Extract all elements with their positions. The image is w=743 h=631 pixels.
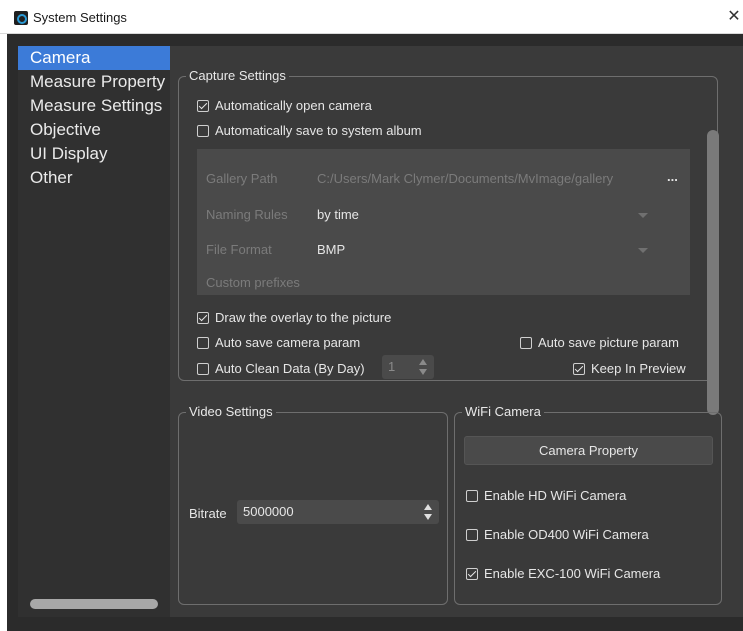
auto-clean-days-value: 1 — [388, 359, 396, 374]
chevron-down-icon — [638, 213, 648, 218]
bitrate-spinbox[interactable]: 5000000 — [237, 500, 439, 524]
checkbox-unchecked-icon — [466, 529, 478, 541]
sidebar-item-other[interactable]: Other — [18, 166, 170, 190]
auto-save-album-checkbox[interactable]: Automatically save to system album — [197, 123, 422, 139]
settings-sidebar: Camera Measure Property Measure Settings… — [18, 46, 170, 617]
sidebar-item-measure-settings[interactable]: Measure Settings — [18, 94, 170, 118]
sidebar-item-ui-display[interactable]: UI Display — [18, 142, 170, 166]
auto-clean-label: Auto Clean Data (By Day) — [215, 361, 365, 376]
capture-settings-group: Capture Settings Automatically open came… — [178, 68, 718, 381]
enable-od400-wifi-checkbox[interactable]: Enable OD400 WiFi Camera — [466, 527, 649, 543]
sidebar-item-camera[interactable]: Camera — [18, 46, 170, 70]
close-button[interactable]: ✕ — [725, 6, 743, 28]
enable-exc100-wifi-checkbox[interactable]: Enable EXC-100 WiFi Camera — [466, 566, 660, 582]
camera-property-button[interactable]: Camera Property — [464, 436, 713, 465]
wifi-camera-title: WiFi Camera — [462, 404, 544, 420]
naming-rules-label: Naming Rules — [206, 207, 288, 222]
auto-open-camera-checkbox[interactable]: Automatically open camera — [197, 98, 372, 114]
spin-arrows-icon[interactable] — [419, 359, 428, 375]
checkbox-unchecked-icon — [197, 363, 209, 375]
save-options-panel: Gallery Path C:/Users/Mark Clymer/Docume… — [197, 149, 690, 295]
checkbox-unchecked-icon — [520, 337, 532, 349]
camera-settings-pane: Capture Settings Automatically open came… — [170, 46, 743, 617]
chevron-down-icon — [638, 248, 648, 253]
checkbox-checked-icon — [197, 312, 209, 324]
enable-hd-wifi-label: Enable HD WiFi Camera — [484, 488, 627, 503]
window-title: System Settings — [33, 10, 127, 25]
naming-rules-select[interactable]: by time — [317, 207, 359, 222]
title-bar: System Settings ✕ — [0, 0, 743, 34]
sidebar-horizontal-scrollbar[interactable] — [30, 599, 158, 609]
auto-save-picture-param-label: Auto save picture param — [538, 335, 679, 350]
bitrate-label: Bitrate — [189, 506, 227, 521]
spin-arrows-icon[interactable] — [424, 504, 433, 520]
checkbox-unchecked-icon — [197, 125, 209, 137]
gallery-path-field[interactable]: C:/Users/Mark Clymer/Documents/MvImage/g… — [317, 171, 613, 186]
enable-exc100-wifi-label: Enable EXC-100 WiFi Camera — [484, 566, 661, 581]
auto-clean-checkbox[interactable]: Auto Clean Data (By Day) — [197, 361, 365, 377]
wifi-camera-group: WiFi Camera Camera Property Enable HD Wi… — [454, 404, 722, 605]
capture-vertical-scrollbar[interactable] — [707, 130, 719, 415]
enable-hd-wifi-checkbox[interactable]: Enable HD WiFi Camera — [466, 488, 626, 504]
file-format-select[interactable]: BMP — [317, 242, 345, 257]
keep-in-preview-label: Keep In Preview — [591, 361, 686, 376]
custom-prefixes-label: Custom prefixes — [206, 275, 300, 290]
enable-od400-wifi-label: Enable OD400 WiFi Camera — [484, 527, 649, 542]
file-format-label: File Format — [206, 242, 272, 257]
auto-save-camera-param-label: Auto save camera param — [215, 335, 361, 350]
gallery-path-label: Gallery Path — [206, 171, 278, 186]
settings-dialog: Camera Measure Property Measure Settings… — [7, 34, 743, 631]
app-icon — [14, 11, 28, 25]
auto-clean-days-spinbox[interactable]: 1 — [382, 355, 434, 379]
checkbox-checked-icon — [197, 100, 209, 112]
checkbox-checked-icon — [573, 363, 585, 375]
auto-open-camera-label: Automatically open camera — [215, 98, 372, 113]
capture-settings-title: Capture Settings — [186, 68, 289, 84]
checkbox-checked-icon — [466, 568, 478, 580]
sidebar-item-measure-property[interactable]: Measure Property — [18, 70, 170, 94]
video-settings-group: Video Settings Bitrate 5000000 — [178, 404, 448, 605]
sidebar-item-objective[interactable]: Objective — [18, 118, 170, 142]
checkbox-unchecked-icon — [466, 490, 478, 502]
checkbox-unchecked-icon — [197, 337, 209, 349]
auto-save-picture-param-checkbox[interactable]: Auto save picture param — [520, 335, 679, 351]
keep-in-preview-checkbox[interactable]: Keep In Preview — [573, 361, 686, 377]
bitrate-value: 5000000 — [243, 504, 294, 519]
draw-overlay-checkbox[interactable]: Draw the overlay to the picture — [197, 310, 391, 326]
auto-save-camera-param-checkbox[interactable]: Auto save camera param — [197, 335, 360, 351]
draw-overlay-label: Draw the overlay to the picture — [215, 310, 392, 325]
browse-gallery-button[interactable]: ... — [667, 169, 678, 184]
auto-save-album-label: Automatically save to system album — [215, 123, 422, 138]
video-settings-title: Video Settings — [186, 404, 276, 420]
